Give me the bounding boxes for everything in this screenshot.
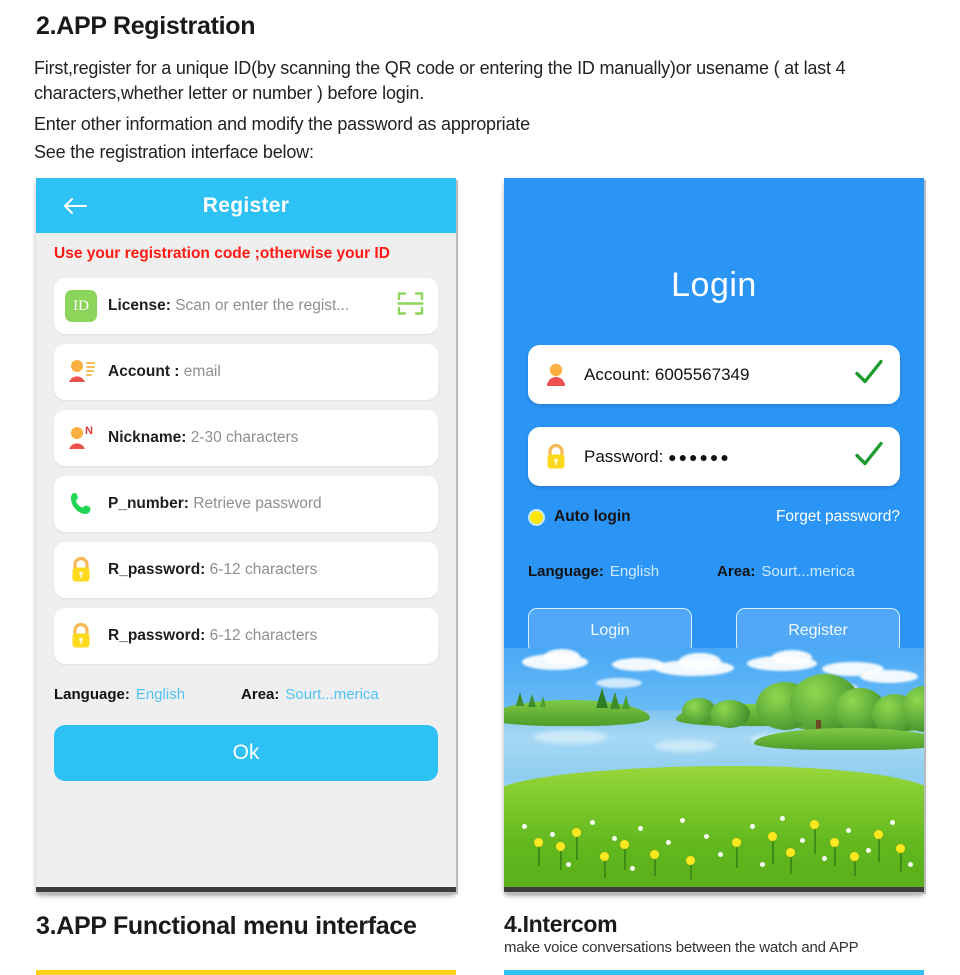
field-account-text: Account : email	[108, 363, 221, 381]
landscape-wallpaper-image	[504, 648, 924, 887]
forget-password-link[interactable]: Forget password?	[776, 508, 900, 526]
register-language-label: Language:	[54, 686, 130, 703]
phone-icon	[54, 490, 108, 518]
caption-3: 3.APP Functional menu interface	[36, 912, 417, 940]
login-password-value: ●●●●●●	[668, 448, 731, 465]
divider-bar-cyan	[504, 970, 924, 975]
lock-icon	[54, 555, 108, 585]
auto-login-row: Auto login Forget password?	[528, 508, 900, 526]
field-phone-number-label: P_number:	[108, 495, 189, 512]
login-button-label: Login	[590, 622, 630, 639]
field-license[interactable]: ID License: Scan or enter the regist...	[54, 278, 438, 334]
field-password-1-label: R_password:	[108, 561, 206, 578]
login-language-value[interactable]: English	[610, 563, 659, 580]
check-icon	[854, 440, 884, 473]
login-area-value[interactable]: Sourt...merica	[761, 563, 854, 580]
field-nickname-label: Nickname:	[108, 429, 187, 446]
caption-4-subtitle: make voice conversations between the wat…	[504, 939, 859, 956]
lock-icon	[54, 621, 108, 651]
svg-text:N: N	[85, 425, 93, 437]
register-header: Register	[36, 178, 456, 233]
register-locale-row: Language: English Area: Sourt...merica	[54, 686, 438, 703]
login-area-label: Area:	[717, 563, 756, 580]
login-account-label: Account:	[584, 364, 651, 384]
field-password-2-placeholder: 6-12 characters	[209, 627, 318, 644]
field-license-text: License: Scan or enter the regist...	[108, 297, 349, 315]
field-phone-number[interactable]: P_number: Retrieve password	[54, 476, 438, 532]
field-password-1-text: R_password: 6-12 characters	[108, 561, 317, 579]
field-license-placeholder: Scan or enter the regist...	[175, 297, 350, 314]
register-title: Register	[202, 193, 290, 217]
field-nickname[interactable]: N Nickname: 2-30 characters	[54, 410, 438, 466]
login-password-field[interactable]: Password: ●●●●●●	[528, 427, 900, 486]
field-password-1[interactable]: R_password: 6-12 characters	[54, 542, 438, 598]
auto-login-label[interactable]: Auto login	[554, 508, 631, 526]
radio-selected-icon[interactable]	[528, 508, 545, 526]
field-nickname-placeholder: 2-30 characters	[190, 429, 299, 446]
person-icon	[528, 361, 584, 389]
register-area-value[interactable]: Sourt...merica	[285, 686, 378, 703]
registration-note: Use your registration code ;otherwise yo…	[54, 245, 390, 262]
register-phone-screenshot: Register Use your registration code ;oth…	[36, 178, 456, 892]
field-phone-number-placeholder: Retrieve password	[193, 495, 322, 512]
page-root: 2.APP Registration First,register for a …	[0, 0, 960, 975]
field-account-placeholder: email	[183, 363, 221, 380]
check-icon	[854, 358, 884, 391]
ok-button[interactable]: Ok	[54, 725, 438, 781]
login-language-label: Language:	[528, 563, 604, 580]
login-account-text: Account: 6005567349	[584, 365, 749, 385]
account-list-icon	[54, 357, 108, 387]
login-password-text: Password: ●●●●●●	[584, 447, 731, 467]
field-account-label: Account :	[108, 363, 180, 380]
login-account-value: 6005567349	[654, 364, 750, 384]
login-title: Login	[671, 266, 757, 304]
field-nickname-text: Nickname: 2-30 characters	[108, 429, 298, 447]
register-language-value[interactable]: English	[136, 686, 185, 703]
field-password-2-text: R_password: 6-12 characters	[108, 627, 317, 645]
intro-paragraph-3: See the registration interface below:	[34, 142, 314, 162]
qr-scan-icon[interactable]	[397, 290, 424, 322]
field-license-label: License:	[108, 297, 171, 314]
field-account[interactable]: Account : email	[54, 344, 438, 400]
login-locale-row: Language: English Area: Sourt...merica	[528, 563, 900, 580]
login-password-label: Password:	[584, 446, 664, 466]
intro-paragraph-1: First,register for a unique ID(by scanni…	[34, 58, 846, 103]
lock-icon	[528, 442, 584, 472]
register-area-label: Area:	[241, 686, 280, 703]
field-password-1-placeholder: 6-12 characters	[209, 561, 318, 578]
login-account-field[interactable]: Account: 6005567349	[528, 345, 900, 404]
register-button-label: Register	[788, 622, 848, 639]
field-password-2-label: R_password:	[108, 627, 206, 644]
page-title: 2.APP Registration	[36, 12, 256, 40]
ok-button-label: Ok	[232, 741, 260, 764]
nickname-icon: N	[54, 423, 108, 453]
id-badge-text: ID	[73, 297, 89, 314]
divider-bar-yellow	[36, 970, 456, 975]
field-phone-number-text: P_number: Retrieve password	[108, 495, 322, 513]
field-password-2[interactable]: R_password: 6-12 characters	[54, 608, 438, 664]
intro-paragraph-2: Enter other information and modify the p…	[34, 114, 530, 134]
id-badge-icon: ID	[54, 290, 108, 322]
login-top-section: Login Account: 6005567349 Password: ●●●●…	[504, 178, 924, 654]
login-phone-screenshot: Login Account: 6005567349 Password: ●●●●…	[504, 178, 924, 892]
back-arrow-icon[interactable]	[62, 195, 88, 217]
caption-4: 4.Intercom	[504, 911, 618, 937]
